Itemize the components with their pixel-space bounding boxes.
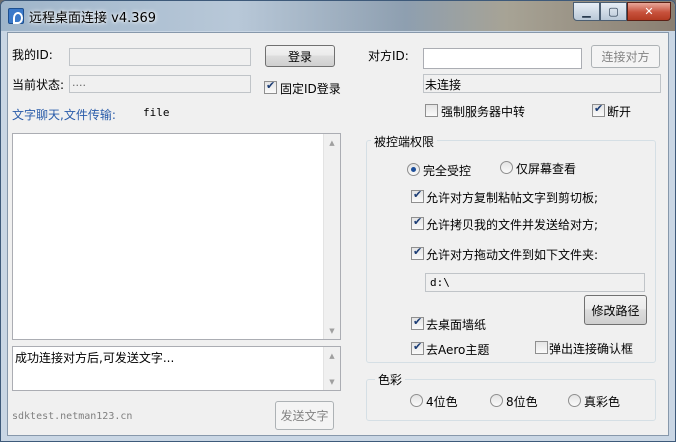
status-label: 当前状态:	[12, 78, 65, 92]
app-icon	[8, 8, 24, 24]
view-only-label[interactable]: 仅屏幕查看	[516, 160, 576, 177]
login-button[interactable]: 登录	[265, 45, 335, 67]
scroll-down-icon[interactable]: ▼	[324, 373, 340, 390]
allow-copy-files-checkbox[interactable]	[411, 215, 424, 230]
allow-copy-files-label[interactable]: 允许拷贝我的文件并发送给对方;	[426, 216, 598, 233]
my-id-field[interactable]	[69, 48, 251, 66]
window-controls: ▁ ▢ ✕	[573, 2, 671, 21]
color-4bit-radio[interactable]	[410, 394, 423, 407]
connection-status: 未连接	[425, 78, 462, 92]
status-value: ....	[72, 76, 86, 89]
main-panel: 我的ID: 登录 当前状态: .... 固定ID登录 文字聊天,文件传输: fi…	[7, 32, 669, 436]
title-bar[interactable]: 远程桌面连接 v4.369 ▁ ▢ ✕	[1, 1, 675, 31]
window-title: 远程桌面连接 v4.369	[29, 11, 157, 26]
full-control-radio[interactable]	[407, 163, 420, 176]
allow-clipboard-checkbox[interactable]	[411, 188, 424, 203]
allow-drag-files-label[interactable]: 允许对方拖动文件到如下文件夹:	[426, 246, 598, 263]
disconnect-label[interactable]: 断开	[607, 103, 631, 120]
message-scrollbar[interactable]: ▲ ▼	[323, 347, 340, 390]
chat-log[interactable]: ▲ ▼	[12, 133, 341, 340]
send-text-button[interactable]: 发送文字	[275, 401, 334, 430]
file-label[interactable]: file	[143, 106, 170, 119]
color-8bit-radio[interactable]	[490, 394, 503, 407]
allow-drag-files-checkbox[interactable]	[411, 245, 424, 260]
remove-aero-checkbox[interactable]	[411, 340, 424, 355]
folder-path-field[interactable]: d:\	[425, 273, 645, 292]
minimize-button[interactable]: ▁	[573, 2, 600, 21]
footer-url: sdktest.netman123.cn	[12, 411, 133, 422]
remove-wallpaper-checkbox[interactable]	[411, 315, 424, 330]
color-truecolor-label[interactable]: 真彩色	[584, 393, 620, 410]
scroll-down-icon[interactable]: ▼	[324, 322, 340, 339]
change-path-button[interactable]: 修改路径	[584, 295, 647, 325]
color-title: 色彩	[375, 371, 406, 388]
maximize-button[interactable]: ▢	[600, 2, 627, 21]
allow-clipboard-label[interactable]: 允许对方复制粘帖文字到剪切板;	[426, 189, 598, 206]
connect-button[interactable]: 连接对方	[591, 45, 660, 68]
full-control-label[interactable]: 完全受控	[423, 162, 471, 179]
app-window: 远程桌面连接 v4.369 ▁ ▢ ✕ 我的ID: 登录 当前状态: .... …	[0, 0, 676, 442]
folder-path-value: d:\	[430, 276, 450, 289]
fixed-id-checkbox[interactable]	[264, 79, 277, 94]
confirm-dialog-checkbox[interactable]	[535, 341, 548, 354]
confirm-dialog-label[interactable]: 弹出连接确认框	[549, 340, 633, 357]
my-id-label: 我的ID:	[12, 48, 53, 62]
chat-label: 文字聊天,文件传输:	[12, 108, 116, 122]
message-placeholder: 成功连接对方后,可发送文字...	[15, 351, 175, 365]
force-relay-checkbox[interactable]	[425, 104, 438, 117]
disconnect-checkbox[interactable]	[592, 102, 605, 117]
status-field: ....	[69, 75, 251, 93]
color-truecolor-radio[interactable]	[568, 394, 581, 407]
connection-status-field: 未连接	[423, 74, 661, 93]
remove-wallpaper-label[interactable]: 去桌面墙纸	[426, 316, 486, 333]
force-relay-label[interactable]: 强制服务器中转	[441, 103, 525, 120]
remove-aero-label[interactable]: 去Aero主题	[426, 341, 489, 358]
view-only-radio[interactable]	[500, 161, 513, 174]
color-8bit-label[interactable]: 8位色	[506, 393, 538, 410]
chat-log-scrollbar[interactable]: ▲ ▼	[323, 134, 340, 339]
message-input[interactable]: 成功连接对方后,可发送文字... ▲ ▼	[12, 346, 341, 391]
color-4bit-label[interactable]: 4位色	[426, 393, 458, 410]
peer-id-input[interactable]	[423, 48, 582, 69]
close-button[interactable]: ✕	[627, 2, 671, 21]
fixed-id-label[interactable]: 固定ID登录	[280, 80, 341, 97]
permissions-title: 被控端权限	[371, 133, 438, 150]
scroll-up-icon[interactable]: ▲	[324, 134, 340, 151]
scroll-up-icon[interactable]: ▲	[324, 347, 340, 364]
peer-id-label: 对方ID:	[368, 49, 409, 63]
